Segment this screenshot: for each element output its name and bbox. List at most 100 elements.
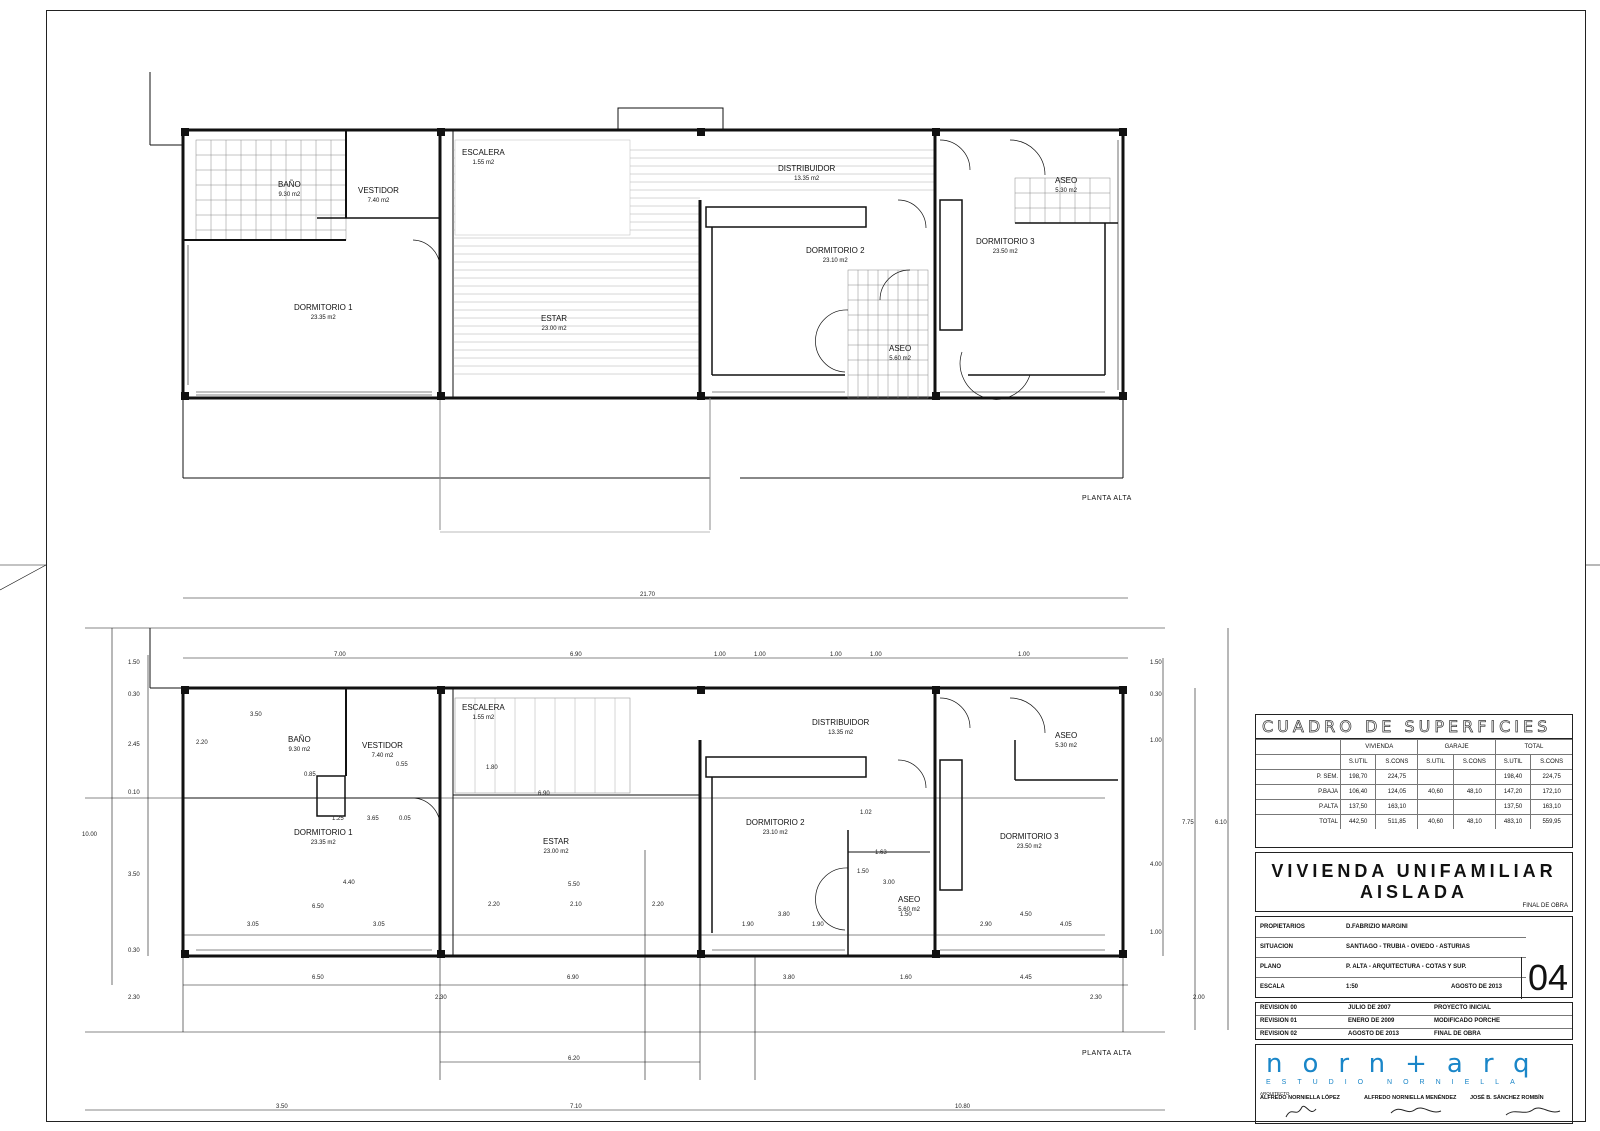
project-title-line1: VIVIENDA UNIFAMILIAR [1271,861,1557,881]
info-row-plano: PLANO P. ALTA - ARQUITECTURA - COTAS Y S… [1256,957,1526,978]
dim-interior: 3.80 [778,912,790,918]
dim-bottom-right-1: 2.30 [1090,995,1102,1001]
dim-interior: 1.02 [860,810,872,816]
studio-logo: norn+arq [1266,1049,1550,1079]
dim-interior: 3.65 [367,816,379,822]
sub-header: S.CONS [1452,754,1496,770]
dim-right-3: 1.00 [1150,738,1162,744]
table-row: P.ALTA 137,50 163,10 137,50 163,10 [1256,799,1572,815]
studio-logo-box: norn+arq ESTUDIO NORNIELLA ARQUITECTO AL… [1255,1044,1573,1124]
project-info-box: PROPIETARIOS D.FABRIZIO MARGINI SITUACIO… [1255,916,1573,999]
upper-plan-title: PLANTA ALTA [1082,495,1132,502]
aseo2-tiles [847,269,929,399]
dim-top-5: 1.00 [830,652,842,658]
dim-interior: 4.05 [1060,922,1072,928]
dim-right-2: 0.30 [1150,692,1162,698]
dim-bottom-overall-3: 10.80 [955,1104,971,1110]
dim-bottom-2: 6.90 [567,975,579,981]
dim-bottom-overall-2: 7.10 [570,1104,582,1110]
room-label-dormitorio1-lower: DORMITORIO 1 23.35 m2 [294,828,353,846]
table-row: TOTAL 442,50 511,85 40,60 48,10 483,10 5… [1256,814,1572,829]
dim-left-3: 2.45 [128,742,140,748]
dim-interior: 1.80 [486,765,498,771]
sub-header: S.UTIL [1417,754,1454,770]
dim-interior: 0.05 [399,816,411,822]
signatures [1285,1105,1561,1118]
dim-bottom-left-2: 2.30 [435,995,447,1001]
dim-bottom-1: 6.50 [312,975,324,981]
dim-interior: 2.20 [652,902,664,908]
group-header: GARAJE [1417,739,1496,755]
room-label-vestidor-upper: VESTIDOR 7.40 m2 [358,186,399,204]
lower-plan-title: PLANTA ALTA [1082,1050,1132,1057]
project-title-line2: AISLADA [1360,882,1468,902]
dim-right-4: 4.00 [1150,862,1162,868]
dim-left-2: 0.30 [128,692,140,698]
room-label-escalera-upper: ESCALERA 1.55 m2 [462,148,505,166]
dim-top-2: 6.90 [570,652,582,658]
room-label-bano-upper: BAÑO 9.30 m2 [278,180,301,198]
dim-interior: 3.05 [373,922,385,928]
revision-row: REVISION 00 JULIO DE 2007 PROYECTO INICI… [1256,1003,1572,1016]
dim-interior: 6.50 [312,904,324,910]
chimney-outline [617,107,724,131]
dim-interior: 4.50 [1020,912,1032,918]
lower-exterior-wall [181,686,1125,958]
project-stage: FINAL DE OBRA [1522,903,1568,909]
sheet-number: 04 [1520,957,1568,999]
room-label-distribuidor-upper: DISTRIBUIDOR 13.35 m2 [778,164,836,182]
room-label-aseo1-lower: ASEO 5.30 m2 [1055,731,1078,749]
dim-interior: 3.05 [247,922,259,928]
superficies-table: CUADRO DE SUPERFICIES VIVIENDA GARAJE TO… [1255,714,1573,848]
dim-interior: 1.63 [875,850,887,856]
dim-top-6: 1.00 [870,652,882,658]
room-label-estar-lower: ESTAR 23.00 m2 [543,837,570,855]
group-header: TOTAL [1494,739,1572,755]
info-row-situacion: SITUACION SANTIAGO - TRUBIA - OVIEDO - A… [1256,937,1526,958]
dim-interior: 0.55 [396,762,408,768]
dim-left-4: 0.10 [128,790,140,796]
dim-interior: 2.90 [980,922,992,928]
dim-interior: 1.50 [857,869,869,875]
revisions-table: REVISION 00 JULIO DE 2007 PROYECTO INICI… [1255,1002,1573,1040]
table-row: P.BAJA 106,40 124,05 40,60 48,10 147,20 … [1256,784,1572,800]
studio-name: ESTUDIO NORNIELLA [1266,1079,1526,1086]
info-row-propietarios: PROPIETARIOS D.FABRIZIO MARGINI [1256,917,1526,938]
dim-right-overall-2: 6.10 [1215,820,1227,826]
dim-interior: 1.25 [332,816,344,822]
dim-bottom-overall-1: 3.50 [276,1104,288,1110]
dim-interior: 1.50 [900,912,912,918]
sub-header: S.UTIL [1339,754,1376,770]
dim-interior: 2.10 [570,902,582,908]
info-row-escala: ESCALA 1:50 AGOSTO DE 2013 [1260,984,1502,990]
superficies-grid: VIVIENDA GARAJE TOTAL S.UTIL S.CONS S.UT… [1256,739,1572,829]
dim-top-3: 1.00 [714,652,726,658]
dim-right-5: 1.00 [1150,930,1162,936]
revision-row: REVISION 01 ENERO DE 2009 MODIFICADO POR… [1256,1016,1572,1029]
room-label-dormitorio2-lower: DORMITORIO 2 23.10 m2 [746,818,805,836]
dim-top-7: 1.00 [1018,652,1030,658]
room-label-bano-lower: BAÑO 9.30 m2 [288,735,311,753]
revision-row: REVISION 02 AGOSTO DE 2013 FINAL DE OBRA [1260,1031,1481,1037]
dim-interior: 0.85 [304,772,316,778]
room-label-distribuidor-lower: DISTRIBUIDOR 13.35 m2 [812,718,870,736]
dim-bottom-5: 4.45 [1020,975,1032,981]
room-label-dormitorio3-upper: DORMITORIO 3 23.50 m2 [976,237,1035,255]
dim-interior: 3.50 [250,712,262,718]
dim-left-1: 1.50 [128,660,140,666]
dim-interior: 6.90 [538,791,550,797]
dim-top-4: 1.00 [754,652,766,658]
group-header: VIVIENDA [1339,739,1418,755]
dim-bottom-right-2: 2.00 [1193,995,1205,1001]
dim-interior: 1.90 [812,922,824,928]
dim-bottom-3: 3.80 [783,975,795,981]
dim-bottom-left-1: 2.30 [128,995,140,1001]
dim-left-5: 3.50 [128,872,140,878]
dim-right-overall-1: 7.75 [1182,820,1194,826]
room-label-escalera-lower: ESCALERA 1.55 m2 [462,703,505,721]
room-label-dormitorio3-lower: DORMITORIO 3 23.50 m2 [1000,832,1059,850]
dim-interior: 4.40 [343,880,355,886]
dim-interior: 3.00 [883,880,895,886]
dim-right-1: 1.50 [1150,660,1162,666]
dim-overall-top: 21.70 [640,592,656,598]
